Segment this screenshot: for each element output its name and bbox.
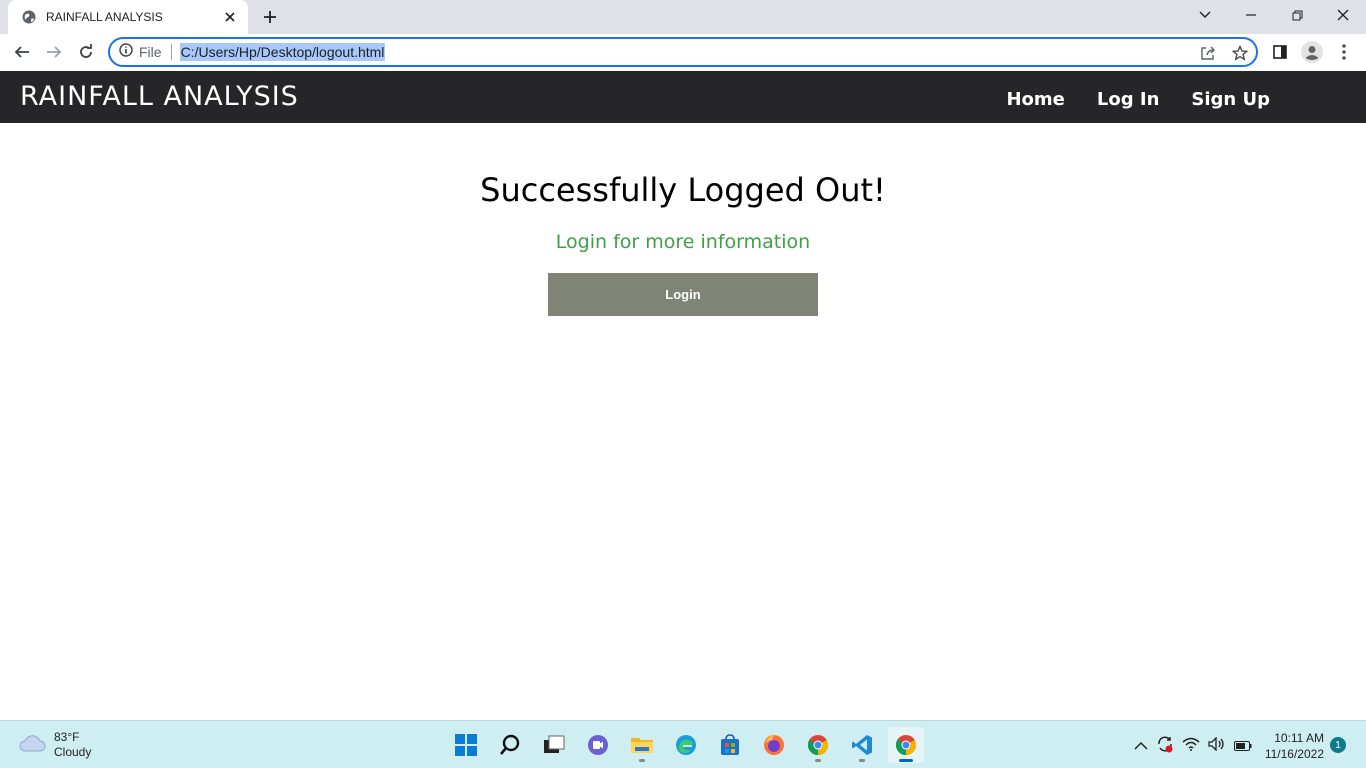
close-tab-icon[interactable]: [222, 9, 238, 25]
nav-signup-link[interactable]: Sign Up: [1191, 89, 1270, 110]
tab-title: RAINFALL ANALYSIS: [46, 10, 163, 24]
forward-button[interactable]: [40, 38, 68, 66]
side-panel-icon[interactable]: [1266, 38, 1294, 66]
clock-date: 11/16/2022: [1264, 747, 1324, 761]
volume-icon[interactable]: [1208, 736, 1226, 756]
site-nav-links: Home Log In Sign Up: [1006, 89, 1270, 110]
nav-login-link[interactable]: Log In: [1097, 89, 1160, 110]
main-content: Successfully Logged Out! Login for more …: [0, 123, 1366, 720]
system-tray: [1134, 735, 1252, 758]
share-icon[interactable]: [1198, 43, 1218, 63]
nav-home-link[interactable]: Home: [1006, 89, 1064, 110]
sync-alert-icon[interactable]: [1156, 735, 1174, 758]
weather-widget[interactable]: 83°F Cloudy: [18, 730, 91, 760]
battery-icon[interactable]: [1234, 738, 1252, 756]
wifi-icon[interactable]: [1182, 737, 1200, 756]
weather-description: Cloudy: [54, 745, 92, 759]
firefox-icon[interactable]: [756, 727, 792, 763]
active-indicator: [899, 759, 913, 762]
close-window-button[interactable]: [1320, 0, 1366, 30]
login-prompt-text: Login for more information: [555, 231, 811, 253]
new-tab-button[interactable]: [258, 6, 282, 28]
vscode-icon[interactable]: [844, 727, 880, 763]
url-text[interactable]: C:/Users/Hp/Desktop/logout.html: [179, 43, 386, 61]
taskbar-apps: [448, 727, 924, 763]
microsoft-store-icon[interactable]: [712, 727, 748, 763]
url-scheme-label: File: [139, 44, 162, 60]
task-view-icon[interactable]: [536, 727, 572, 763]
restore-button[interactable]: [1274, 0, 1320, 30]
browser-tab[interactable]: RAINFALL ANALYSIS: [8, 0, 248, 34]
browser-toolbar: File C:/Users/Hp/Desktop/logout.html: [0, 34, 1366, 71]
teams-chat-icon[interactable]: [580, 727, 616, 763]
page-title: Successfully Logged Out!: [480, 171, 886, 209]
info-icon[interactable]: [119, 42, 133, 62]
windows-taskbar: 83°F Cloudy 10:11 AM 11/16/2022 1: [0, 720, 1366, 768]
running-indicator: [859, 759, 865, 762]
cloud-icon: [18, 733, 46, 758]
browser-tabstrip: RAINFALL ANALYSIS: [0, 0, 1366, 34]
profile-avatar-icon[interactable]: [1298, 38, 1326, 66]
site-brand[interactable]: RAINFALL ANALYSIS: [20, 81, 299, 112]
running-indicator: [639, 759, 645, 762]
site-navbar: RAINFALL ANALYSIS Home Log In Sign Up: [0, 71, 1366, 123]
weather-temperature: 83°F: [54, 730, 80, 744]
login-button[interactable]: Login: [548, 273, 818, 316]
running-indicator: [815, 759, 821, 762]
bookmark-star-icon[interactable]: [1230, 43, 1250, 63]
minimize-button[interactable]: [1228, 0, 1274, 30]
chrome-icon[interactable]: [800, 727, 836, 763]
system-clock[interactable]: 10:11 AM 11/16/2022: [1262, 730, 1324, 762]
chrome-active-icon[interactable]: [888, 727, 924, 763]
edge-browser-icon[interactable]: [668, 727, 704, 763]
notification-badge[interactable]: 1: [1330, 737, 1346, 753]
address-bar[interactable]: File C:/Users/Hp/Desktop/logout.html: [108, 37, 1258, 67]
start-menu-icon[interactable]: [448, 727, 484, 763]
divider: [170, 44, 172, 60]
tab-search-icon[interactable]: [1182, 0, 1228, 30]
globe-icon: [22, 10, 36, 24]
file-explorer-icon[interactable]: [624, 727, 660, 763]
more-menu-icon[interactable]: [1330, 38, 1358, 66]
reload-button[interactable]: [72, 38, 100, 66]
chevron-up-icon[interactable]: [1134, 738, 1148, 756]
back-button[interactable]: [8, 38, 36, 66]
search-icon[interactable]: [492, 727, 528, 763]
clock-time: 10:11 AM: [1274, 731, 1324, 745]
